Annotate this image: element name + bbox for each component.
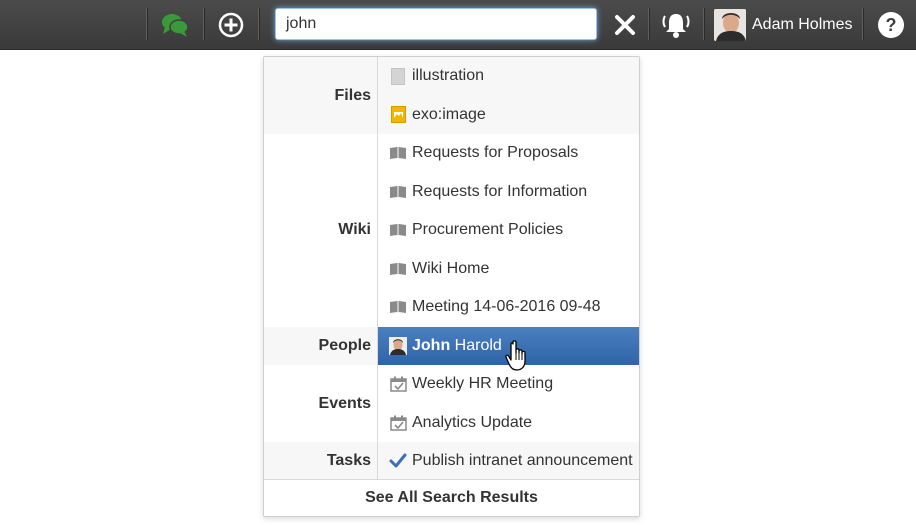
chat-bubbles-icon[interactable] — [158, 0, 192, 49]
toolbar-divider — [146, 8, 147, 40]
result-item[interactable]: illustration — [378, 57, 639, 96]
book-icon — [389, 183, 407, 201]
result-label: Publish intranet announcement — [412, 452, 633, 470]
result-item[interactable]: Requests for Proposals — [378, 134, 639, 173]
result-item[interactable]: Requests for Information — [378, 173, 639, 212]
image-file-icon — [389, 106, 407, 124]
file-icon — [389, 67, 407, 85]
person-avatar-icon — [389, 336, 407, 355]
results-category-wiki: Wiki Requests for Proposals Requests for… — [264, 134, 639, 327]
plus-circle-icon[interactable] — [216, 0, 246, 49]
result-label-match: John — [412, 336, 451, 354]
result-item[interactable]: Procurement Policies — [378, 211, 639, 250]
category-label: Files — [264, 57, 378, 134]
result-label: Wiki Home — [412, 259, 490, 277]
result-label: exo:image — [412, 105, 486, 123]
toolbar-divider — [258, 8, 259, 40]
category-label: Events — [264, 365, 378, 442]
top-navigation-bar: john Adam Holmes ? — [0, 0, 916, 50]
calendar-check-icon — [389, 414, 407, 432]
book-icon — [389, 144, 407, 162]
result-item[interactable]: Analytics Update — [378, 404, 639, 443]
avatar — [714, 8, 746, 41]
result-label: Requests for Information — [412, 182, 588, 200]
search-results-dropdown: Files illustration exo:image Wiki Reques… — [263, 56, 640, 517]
result-label: Harold — [450, 336, 502, 354]
book-icon — [389, 298, 407, 316]
toolbar-divider — [648, 8, 649, 40]
user-menu[interactable]: Adam Holmes — [714, 8, 852, 41]
results-category-files: Files illustration exo:image — [264, 57, 639, 134]
search-input[interactable]: john — [275, 8, 597, 40]
result-label: Requests for Proposals — [412, 144, 579, 162]
results-category-people: People John Harold — [264, 326, 639, 365]
category-label: Tasks — [264, 442, 378, 481]
result-label: Meeting 14-06-2016 09-48 — [412, 298, 601, 316]
result-item[interactable]: Meeting 14-06-2016 09-48 — [378, 288, 639, 327]
close-icon[interactable] — [610, 0, 640, 49]
book-icon — [389, 221, 407, 239]
category-label: People — [264, 326, 378, 365]
book-icon — [389, 260, 407, 278]
result-item[interactable]: Publish intranet announcement — [378, 442, 639, 481]
toolbar-divider — [203, 8, 204, 40]
see-all-results-link[interactable]: See All Search Results — [264, 479, 639, 516]
result-label: illustration — [412, 67, 485, 85]
hand-cursor-icon — [505, 340, 531, 377]
svg-text:?: ? — [886, 15, 897, 35]
toolbar-divider — [862, 8, 863, 40]
category-label: Wiki — [264, 134, 378, 327]
calendar-check-icon — [389, 375, 407, 393]
result-item[interactable]: Wiki Home — [378, 250, 639, 289]
bell-icon[interactable] — [658, 0, 694, 49]
result-label: Weekly HR Meeting — [412, 375, 554, 393]
result-label: Procurement Policies — [412, 221, 564, 239]
toolbar-divider — [703, 8, 704, 40]
user-name: Adam Holmes — [752, 15, 853, 33]
results-category-tasks: Tasks Publish intranet announcement — [264, 442, 639, 481]
results-category-events: Events Weekly HR Meeting Analytics Updat… — [264, 365, 639, 442]
result-item[interactable]: exo:image — [378, 96, 639, 135]
help-icon[interactable]: ? — [875, 0, 907, 49]
result-label: Analytics Update — [412, 413, 533, 431]
checkmark-icon — [389, 452, 407, 470]
